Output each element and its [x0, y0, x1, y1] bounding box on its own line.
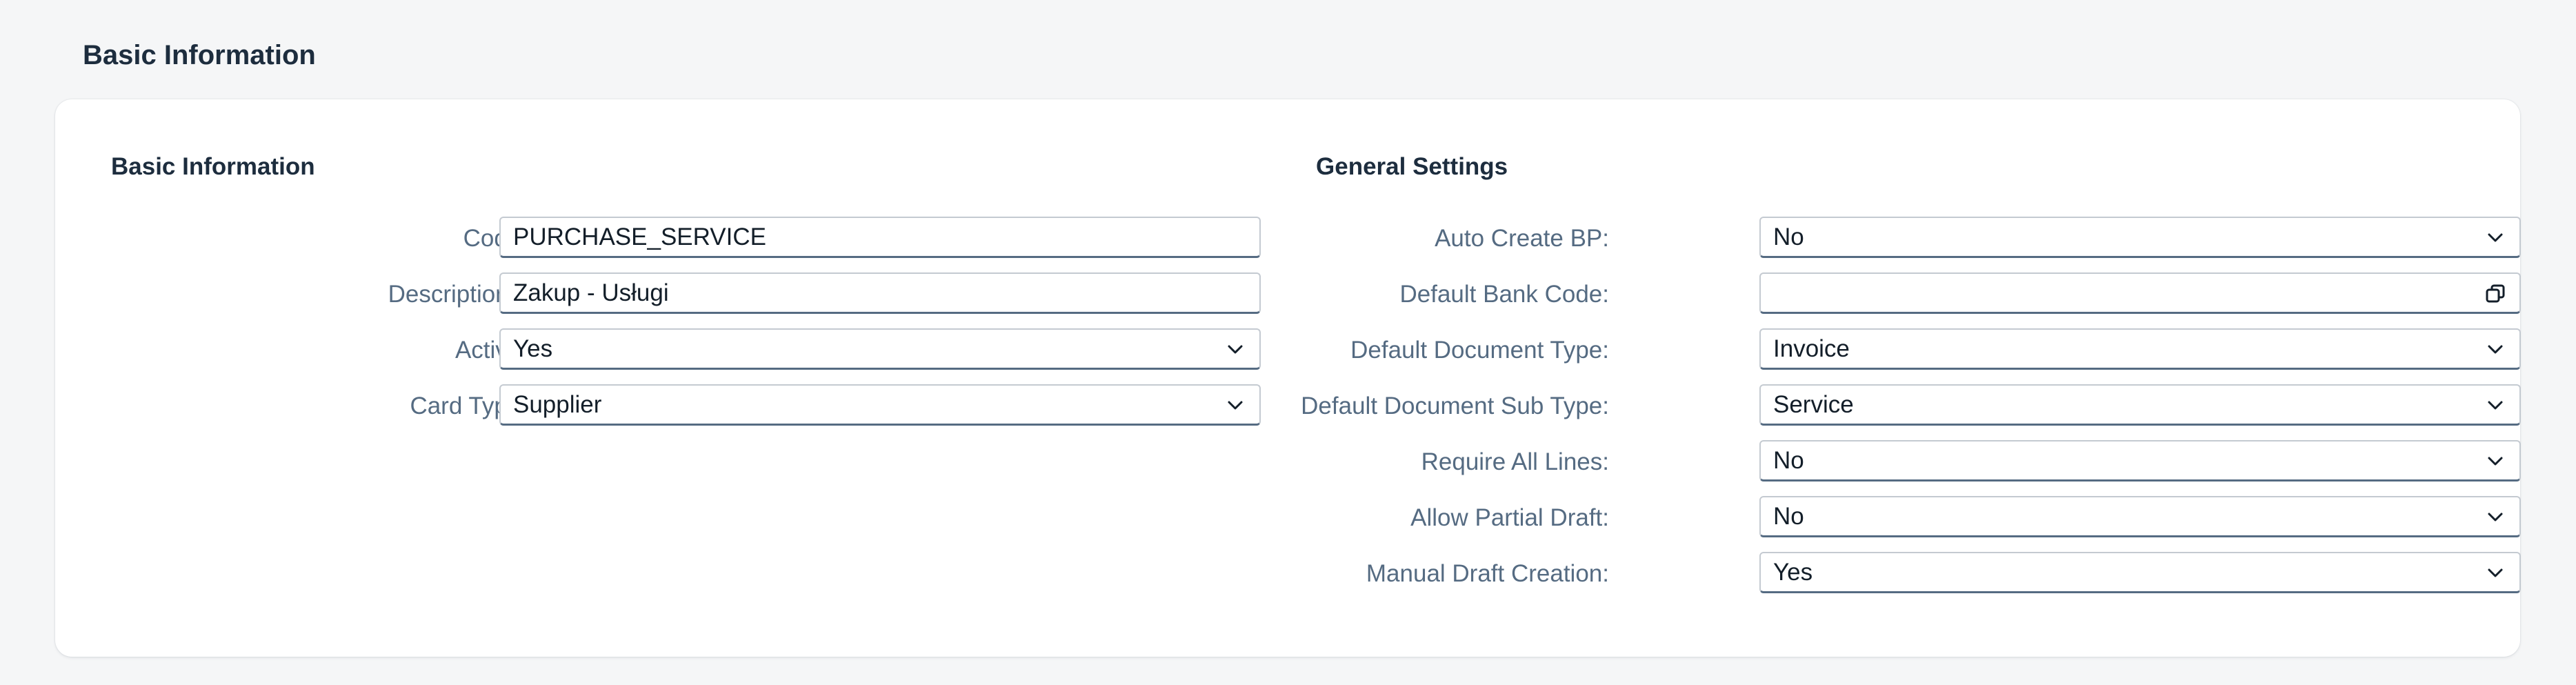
default-document-type-value: Invoice [1773, 335, 1850, 362]
allow-partial-draft-value: No [1773, 503, 1804, 530]
auto-create-bp-label: Auto Create BP: [1435, 225, 1609, 252]
default-document-sub-type-row: Default Document Sub Type: Service [1262, 384, 2521, 428]
require-all-lines-row: Require All Lines: No [1262, 440, 2521, 484]
auto-create-bp-select[interactable]: No [1759, 217, 2521, 258]
active-select[interactable]: Yes [499, 328, 1261, 370]
active-row: Active: Yes [55, 328, 1262, 373]
chevron-down-icon[interactable] [2484, 450, 2507, 473]
active-value: Yes [513, 335, 553, 362]
code-value: PURCHASE_SERVICE [513, 224, 766, 250]
general-settings-group-title: General Settings [1316, 153, 1508, 180]
require-all-lines-label: Require All Lines: [1421, 448, 1609, 475]
section-title: Basic Information [83, 40, 316, 70]
auto-create-bp-row: Auto Create BP: No [1262, 217, 2521, 261]
allow-partial-draft-select[interactable]: No [1759, 496, 2521, 537]
default-document-sub-type-label: Default Document Sub Type: [1301, 393, 1609, 419]
manual-draft-creation-value: Yes [1773, 559, 1813, 586]
default-document-type-label: Default Document Type: [1350, 337, 1609, 364]
form-card: Basic Information Code: PURCHASE_SERVICE… [55, 99, 2521, 657]
require-all-lines-select[interactable]: No [1759, 440, 2521, 482]
description-value: Zakup - Usługi [513, 279, 669, 306]
default-document-type-select[interactable]: Invoice [1759, 328, 2521, 370]
require-all-lines-value: No [1773, 447, 1804, 474]
value-help-icon[interactable] [2484, 282, 2507, 306]
chevron-down-icon[interactable] [1224, 338, 1247, 361]
chevron-down-icon[interactable] [2484, 562, 2507, 585]
chevron-down-icon[interactable] [2484, 226, 2507, 250]
chevron-down-icon[interactable] [2484, 394, 2507, 417]
code-row: Code: PURCHASE_SERVICE [55, 217, 1262, 261]
card-type-select[interactable]: Supplier [499, 384, 1261, 426]
default-document-sub-type-value: Service [1773, 391, 1854, 418]
description-row: Description:* Zakup - Usługi [55, 272, 1262, 317]
allow-partial-draft-label: Allow Partial Draft: [1410, 504, 1609, 531]
description-label-text: Description: [388, 281, 516, 308]
code-input[interactable]: PURCHASE_SERVICE [499, 217, 1261, 258]
manual-draft-creation-select[interactable]: Yes [1759, 552, 2521, 593]
chevron-down-icon[interactable] [2484, 506, 2507, 529]
manual-draft-creation-label: Manual Draft Creation: [1366, 560, 1609, 587]
description-input[interactable]: Zakup - Usługi [499, 272, 1261, 314]
chevron-down-icon[interactable] [2484, 338, 2507, 361]
card-type-row: Card Type: Supplier [55, 384, 1262, 428]
default-bank-code-input[interactable] [1759, 272, 2521, 314]
default-bank-code-row: Default Bank Code: [1262, 272, 2521, 317]
default-document-type-row: Default Document Type: Invoice [1262, 328, 2521, 373]
default-bank-code-label: Default Bank Code: [1399, 281, 1609, 308]
manual-draft-creation-row: Manual Draft Creation: Yes [1262, 552, 2521, 596]
allow-partial-draft-row: Allow Partial Draft: No [1262, 496, 2521, 540]
auto-create-bp-value: No [1773, 224, 1804, 250]
default-document-sub-type-select[interactable]: Service [1759, 384, 2521, 426]
card-type-value: Supplier [513, 391, 602, 418]
basic-info-group-title: Basic Information [111, 153, 315, 180]
chevron-down-icon[interactable] [1224, 394, 1247, 417]
